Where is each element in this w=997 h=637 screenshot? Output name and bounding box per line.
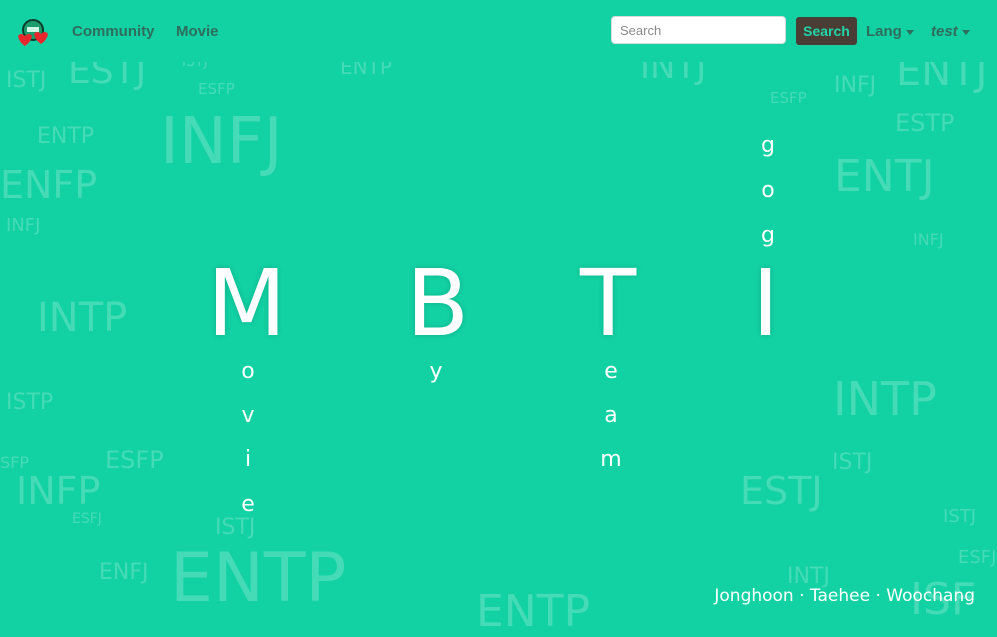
bg-word: ENTP <box>170 539 347 618</box>
hero-letter-m-sub: i <box>244 447 252 472</box>
app-logo-icon[interactable] <box>16 18 50 48</box>
user-dropdown-label: test <box>931 23 958 40</box>
hero-letter-m-sub: e <box>241 492 255 517</box>
lang-dropdown-label: Lang <box>866 23 902 40</box>
bg-word: ENTJ <box>834 151 935 202</box>
hero-letter-b-sub: y <box>429 359 443 384</box>
hero-letter-t-sub: a <box>604 403 618 428</box>
nav-link-movie[interactable]: Movie <box>176 23 219 40</box>
hero-letter-i-sup: g <box>761 133 775 158</box>
bg-word: INFP <box>16 469 101 513</box>
bg-word: ESFJ <box>72 511 102 527</box>
bg-word: ESFP <box>198 80 235 98</box>
bg-word: ESFJ <box>958 547 997 568</box>
hero-letter-m-sub: v <box>241 403 255 428</box>
search-input[interactable] <box>611 16 786 44</box>
chevron-down-icon <box>961 29 970 35</box>
hero-letter-t-sub: e <box>604 359 618 384</box>
chevron-down-icon <box>905 29 914 35</box>
bg-word: INTP <box>37 295 128 341</box>
footer-credits: Jonghoon · Taehee · Woochang <box>714 586 975 606</box>
hero-letter-i-sup: g <box>761 223 775 248</box>
bg-word: INFJ <box>834 73 877 98</box>
hero-letter-i: I <box>752 250 780 357</box>
bg-word: ESTP <box>895 109 955 137</box>
user-dropdown[interactable]: test <box>931 23 970 40</box>
bg-word: INFJ <box>160 105 283 179</box>
bg-word: INTP <box>833 372 937 426</box>
bg-word: ISTJ <box>215 515 256 540</box>
lang-dropdown[interactable]: Lang <box>866 23 914 40</box>
bg-word: INFJ <box>6 215 41 236</box>
navbar: Community Movie Search Lang test <box>0 0 997 62</box>
bg-word: ESTJ <box>740 469 823 513</box>
bg-word: ISTJ <box>943 506 977 527</box>
hero-letter-t-sub: m <box>600 447 622 472</box>
bg-word: ISTJ <box>832 450 873 475</box>
hero-letter-m-sub: o <box>241 359 255 384</box>
hero-letter-b: B <box>406 250 470 357</box>
hero-letter-t: T <box>580 250 637 357</box>
bg-word: INFJ <box>913 230 944 249</box>
bg-word: ENFP <box>0 163 98 207</box>
bg-word: ISTP <box>6 390 54 415</box>
search-button[interactable]: Search <box>796 17 857 45</box>
bg-word: ENTP <box>476 586 591 637</box>
hero-letter-i-sup: o <box>761 178 775 203</box>
bg-word: ENFJ <box>99 560 149 585</box>
hero-letter-m: M <box>207 250 287 357</box>
bg-word: ESFP <box>770 89 807 107</box>
bg-word: ISTJ <box>6 68 47 93</box>
bg-word: ESFP <box>105 446 164 474</box>
bg-word: INTJ <box>787 564 830 589</box>
bg-word: ENTP <box>37 124 95 149</box>
nav-link-community[interactable]: Community <box>72 23 155 40</box>
